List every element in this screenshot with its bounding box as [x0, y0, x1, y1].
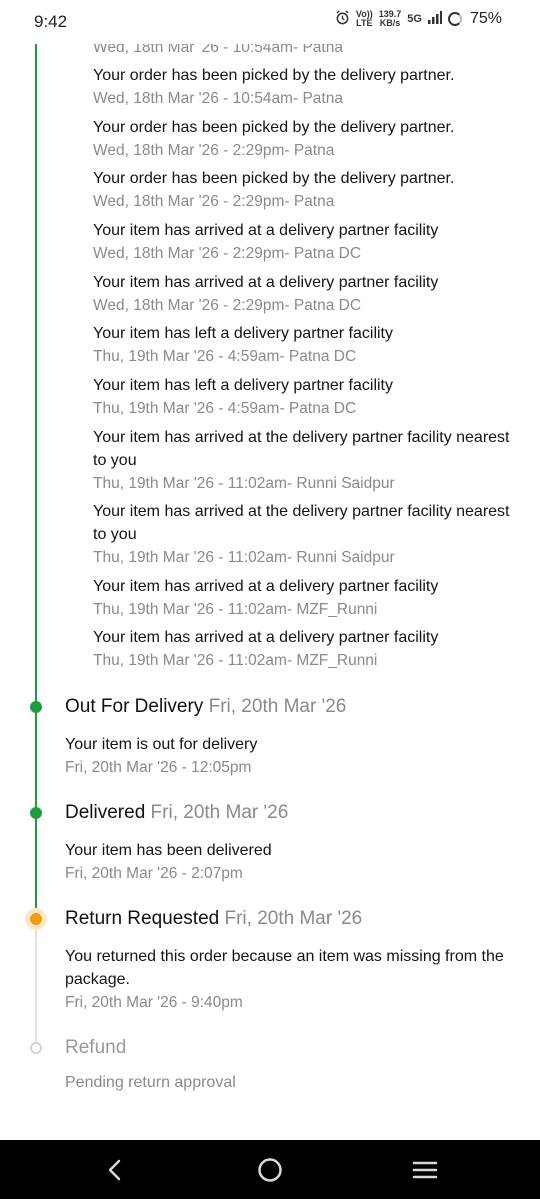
- status-time: 9:42: [34, 12, 68, 31]
- stage-dot-delivered: [30, 807, 42, 819]
- recents-menu-icon[interactable]: [385, 1140, 465, 1199]
- timeline-event: Your item has arrived at a delivery part…: [93, 222, 439, 262]
- timeline-event: Your item has left a delivery partner fa…: [93, 325, 393, 365]
- timeline-event: Your item has arrived at a delivery part…: [93, 274, 439, 314]
- stage-dot-out-for-delivery: [30, 701, 42, 713]
- timeline-event: Your item has arrived at a delivery part…: [93, 629, 439, 669]
- timeline-line-pending: [35, 930, 37, 1048]
- stage-body-return-requested: You returned this order because an item …: [65, 948, 504, 1011]
- timeline-line-completed: [35, 40, 37, 918]
- stage-body-delivered: Your item has been delivered Fri, 20th M…: [65, 842, 272, 882]
- stage-dot-refund: [30, 1042, 42, 1054]
- network-speed: 139.7 KB/s: [378, 9, 402, 28]
- battery-ring-icon: [447, 12, 462, 26]
- volte-indicator: Vo)) LTE: [355, 9, 373, 28]
- system-nav-bar: [0, 1140, 540, 1199]
- stage-body-refund: Pending return approval: [65, 1074, 236, 1091]
- signal-icon: [427, 11, 442, 27]
- timeline-event: Your order has been picked by the delive…: [93, 119, 455, 159]
- stage-title-refund: Refund: [65, 1037, 127, 1058]
- timeline-event: Your item has arrived at the delivery pa…: [93, 503, 510, 566]
- stage-body-out-for-delivery: Your item is out for delivery Fri, 20th …: [65, 736, 258, 776]
- timeline-event: Your order has been picked by the delive…: [93, 170, 455, 210]
- back-chevron-icon[interactable]: [75, 1140, 155, 1199]
- stage-title-out-for-delivery: Out For Delivery Fri, 20th Mar '26: [65, 696, 347, 717]
- battery-level: 75%: [469, 10, 502, 27]
- network-type: 5G: [407, 13, 422, 25]
- home-circle-icon[interactable]: [230, 1140, 310, 1199]
- stage-title-delivered: Delivered Fri, 20th Mar '26: [65, 802, 289, 823]
- tracking-timeline: Wed, 18th Mar '26 - 10:54am- Patna Your …: [0, 0, 540, 1140]
- stage-title-return-requested: Return Requested Fri, 20th Mar '26: [65, 908, 363, 929]
- timeline-event: Your item has arrived at a delivery part…: [93, 578, 439, 618]
- timeline-event: Your order has been picked by the delive…: [93, 67, 455, 107]
- status-icons: Vo)) LTE 139.7 KB/s 5G 75%: [335, 10, 502, 28]
- stage-dot-return-requested: [30, 913, 42, 925]
- alarm-icon: [335, 10, 350, 28]
- status-bar: 9:42 Vo)) LTE 139.7 KB/s 5G 75%: [0, 0, 540, 44]
- timeline-event: Your item has left a delivery partner fa…: [93, 377, 393, 417]
- timeline-event: Your item has arrived at the delivery pa…: [93, 429, 510, 492]
